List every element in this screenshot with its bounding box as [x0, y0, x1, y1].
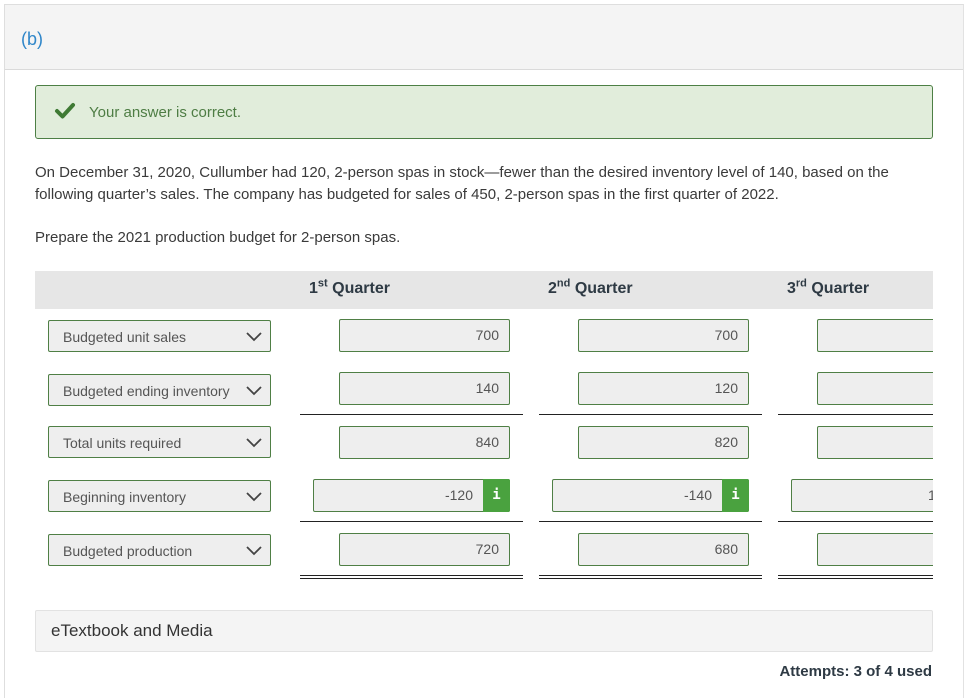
field-value: -120: [444, 487, 473, 503]
info-icon[interactable]: i: [483, 479, 510, 512]
q3-beginning-inventory-input[interactable]: 1: [791, 479, 933, 512]
q3-ending-inventory-input[interactable]: [817, 372, 933, 405]
q1-budgeted-unit-sales-input[interactable]: 700: [339, 319, 510, 352]
q2-budgeted-unit-sales-input[interactable]: 700: [578, 319, 749, 352]
budget-grid: Budgeted unit sales 700 700 Budgeted end…: [0, 0, 933, 698]
q1-budgeted-production-input[interactable]: 720: [339, 533, 510, 566]
row-label-select[interactable]: Total units required: [48, 426, 271, 458]
q3-budgeted-unit-sales-input[interactable]: [817, 319, 933, 352]
subtotal-rule: [778, 521, 933, 522]
row-label-select[interactable]: Budgeted production: [48, 534, 271, 566]
select-value: Budgeted ending inventory: [63, 383, 230, 399]
chevron-down-icon: [246, 492, 262, 502]
total-double-rule: [778, 575, 933, 579]
select-value: Beginning inventory: [63, 489, 186, 505]
row-label-select[interactable]: Budgeted unit sales: [48, 320, 271, 352]
q1-beginning-inventory-input[interactable]: -120 i: [313, 479, 510, 512]
select-value: Budgeted unit sales: [63, 329, 186, 345]
subtotal-rule: [778, 414, 933, 415]
select-value: Total units required: [63, 435, 182, 451]
subtotal-rule: [539, 521, 762, 522]
select-value: Budgeted production: [63, 543, 193, 559]
chevron-down-icon: [246, 386, 262, 396]
q2-budgeted-production-input[interactable]: 680: [578, 533, 749, 566]
q3-budgeted-production-input[interactable]: [817, 533, 933, 566]
info-icon[interactable]: i: [722, 479, 749, 512]
q2-ending-inventory-input[interactable]: 120: [578, 372, 749, 405]
subtotal-rule: [300, 521, 523, 522]
chevron-down-icon: [246, 332, 262, 342]
row-label-select[interactable]: Beginning inventory: [48, 480, 271, 512]
etextbook-media-link[interactable]: eTextbook and Media: [35, 610, 933, 652]
chevron-down-icon: [246, 546, 262, 556]
subtotal-rule: [539, 414, 762, 415]
subtotal-rule: [300, 414, 523, 415]
attempts-counter: Attempts: 3 of 4 used: [779, 663, 932, 680]
total-double-rule: [300, 575, 523, 579]
field-value: -140: [683, 487, 712, 503]
row-label-select[interactable]: Budgeted ending inventory: [48, 374, 271, 406]
q2-beginning-inventory-input[interactable]: -140 i: [552, 479, 749, 512]
q3-total-units-input[interactable]: [817, 426, 933, 459]
q1-total-units-input[interactable]: 840: [339, 426, 510, 459]
q2-total-units-input[interactable]: 820: [578, 426, 749, 459]
q1-ending-inventory-input[interactable]: 140: [339, 372, 510, 405]
total-double-rule: [539, 575, 762, 579]
chevron-down-icon: [246, 438, 262, 448]
